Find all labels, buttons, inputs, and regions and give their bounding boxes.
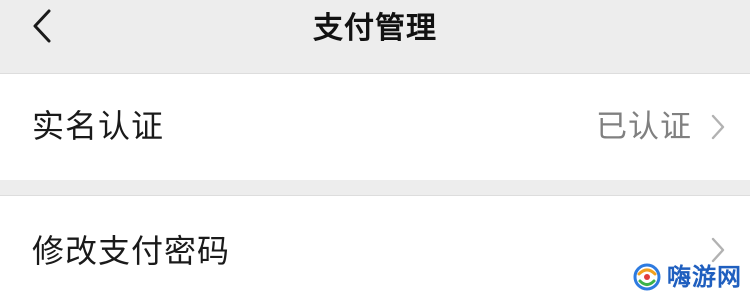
row-label: 实名认证 [32, 107, 165, 145]
watermark-text: 嗨游网 [667, 263, 742, 291]
verification-status: 已认证 [596, 109, 692, 145]
watermark: 嗨游网 [632, 260, 742, 294]
swirl-logo-icon [632, 262, 662, 292]
chevron-right-icon [710, 113, 726, 141]
section-gap [0, 180, 750, 196]
page-title: 支付管理 [313, 11, 437, 46]
row-label: 修改支付密码 [32, 232, 231, 270]
nav-bar: 支付管理 [0, 0, 750, 60]
payment-management-screen: 支付管理 实名认证 已认证 修改支付密码 嗨游网 [0, 0, 750, 300]
real-name-verification-row[interactable]: 实名认证 已认证 [0, 74, 750, 180]
